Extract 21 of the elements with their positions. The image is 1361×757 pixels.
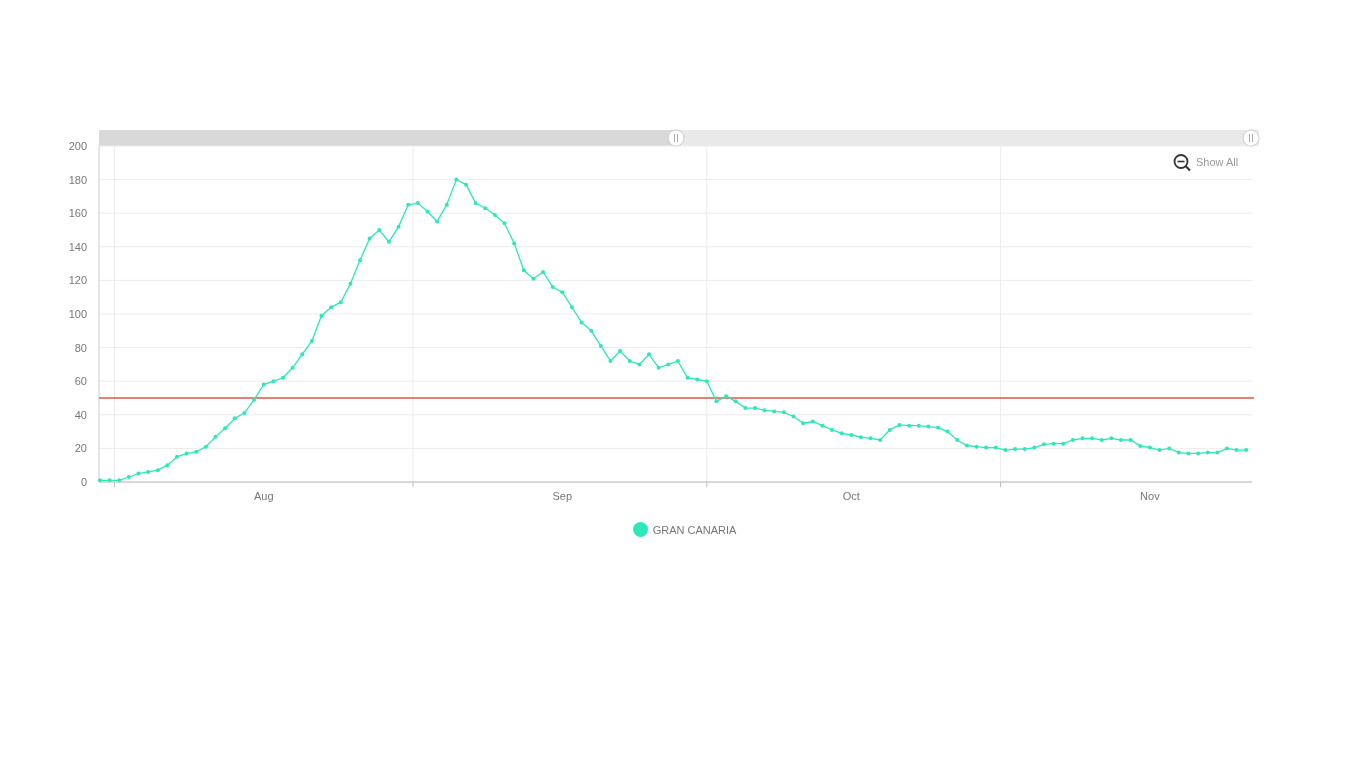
y-tick-label: 180	[68, 173, 87, 186]
y-tick-label: 20	[74, 442, 87, 455]
y-tick-label: 200	[68, 140, 87, 152]
x-tick-label: Nov	[1140, 490, 1160, 502]
x-tick-label: Aug	[253, 490, 274, 502]
y-tick-label: 100	[68, 308, 87, 320]
show-all-button[interactable]: Show All	[1170, 152, 1244, 174]
y-tick-label: 120	[68, 274, 87, 287]
y-tick-label: 80	[74, 341, 87, 354]
legend-label[interactable]: GRAN CANARIA	[652, 523, 737, 536]
x-tick-label: Oct	[842, 490, 860, 502]
scrollbar-track[interactable]	[99, 130, 1259, 146]
scrollbar-grip[interactable]	[667, 129, 685, 147]
y-tick-label: 40	[74, 408, 87, 421]
y-tick-label: 0	[80, 476, 87, 488]
scrollbar-grip[interactable]	[1242, 129, 1260, 147]
y-tick-label: 160	[68, 207, 87, 220]
zoom-out-icon	[1173, 154, 1191, 172]
x-tick-label: Sep	[552, 490, 573, 502]
y-tick-label: 140	[68, 240, 87, 253]
y-tick-label: 60	[74, 375, 87, 388]
